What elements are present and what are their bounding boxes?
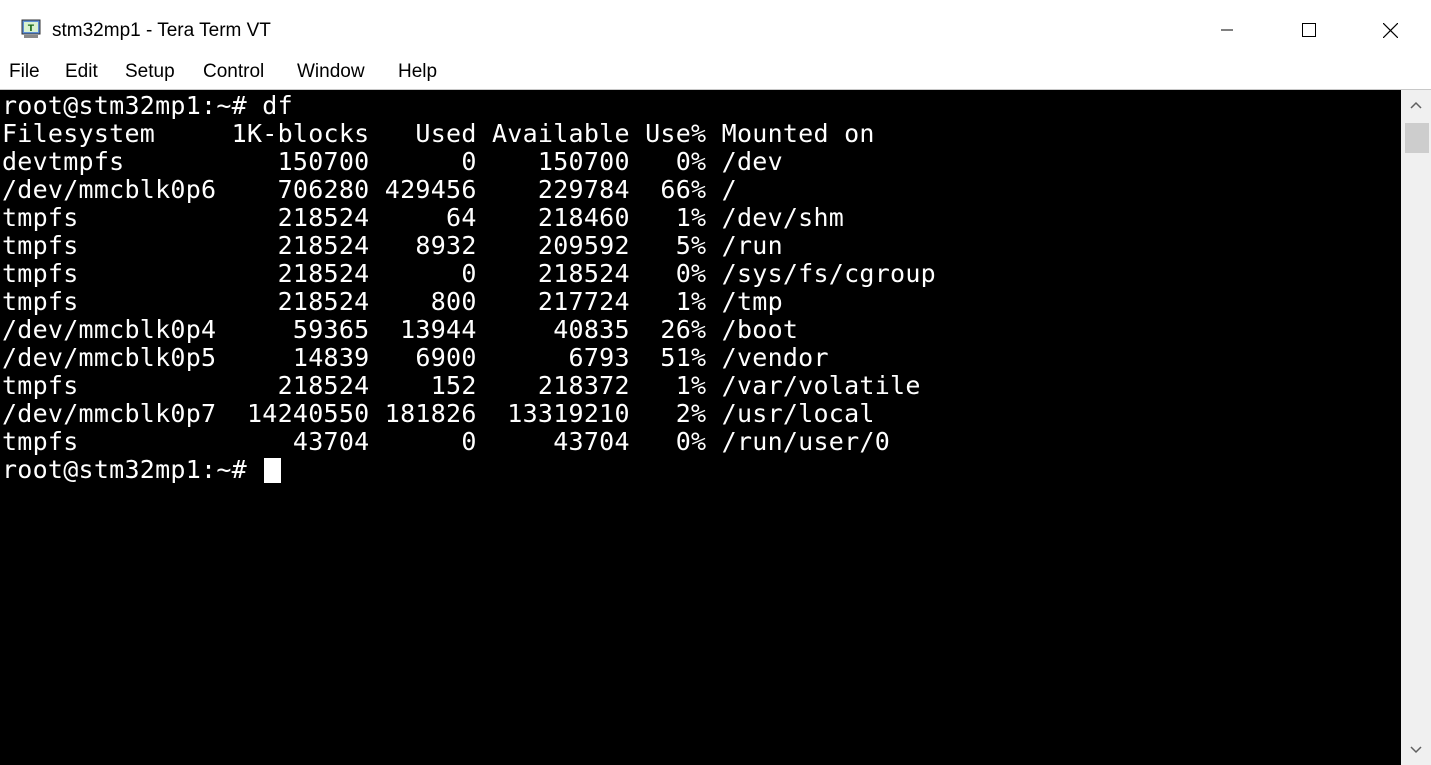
terminal-screen[interactable]: root@stm32mp1:~# df Filesystem 1K-blocks… [0,90,1401,765]
terminal-line: /dev/mmcblk0p6 706280 429456 229784 66% … [2,175,737,204]
menu-edit[interactable]: Edit [65,60,98,90]
terminal-line: tmpfs 43704 0 43704 0% /run/user/0 [2,427,891,456]
scroll-down-button[interactable] [1401,735,1431,765]
vertical-scrollbar[interactable] [1401,90,1431,765]
maximize-icon [1302,23,1316,37]
terminal-line: tmpfs 218524 800 217724 1% /tmp [2,287,783,316]
terminal-line: root@stm32mp1:~# df [2,91,293,120]
close-button[interactable] [1349,0,1431,60]
scroll-up-arrow-icon [1410,101,1422,109]
terminal-cursor [264,458,282,483]
terminal-line: Filesystem 1K-blocks Used Available Use%… [2,119,875,148]
menu-help[interactable]: Help [398,60,437,90]
terminal-line: devtmpfs 150700 0 150700 0% /dev [2,147,783,176]
window-title: stm32mp1 - Tera Term VT [52,20,271,41]
terminal-prompt: root@stm32mp1:~# [2,455,263,484]
menu-setup[interactable]: Setup [125,60,175,90]
scroll-thumb[interactable] [1405,123,1429,153]
svg-text:T: T [28,24,35,34]
maximize-button[interactable] [1268,0,1350,60]
title-bar[interactable]: T stm32mp1 - Tera Term VT [0,0,1431,60]
menu-window[interactable]: Window [297,60,365,90]
teraterm-icon: T [21,19,41,38]
terminal-line: tmpfs 218524 152 218372 1% /var/volatile [2,371,921,400]
terminal-line: /dev/mmcblk0p7 14240550 181826 13319210 … [2,399,875,428]
menu-control[interactable]: Control [203,60,264,90]
terminal-line: tmpfs 218524 0 218524 0% /sys/fs/cgroup [2,259,936,288]
scroll-down-arrow-icon [1410,746,1422,754]
terminal-line: /dev/mmcblk0p4 59365 13944 40835 26% /bo… [2,315,799,344]
minimize-button[interactable] [1186,0,1268,60]
terminal-line: tmpfs 218524 64 218460 1% /dev/shm [2,203,845,232]
terminal-line: /dev/mmcblk0p5 14839 6900 6793 51% /vend… [2,343,829,372]
scroll-up-button[interactable] [1401,90,1431,120]
minimize-icon [1221,29,1233,31]
terminal-line: tmpfs 218524 8932 209592 5% /run [2,231,783,260]
terminal-prompt-line: root@stm32mp1:~# [2,455,282,484]
menu-bar: File Edit Setup Control Window Help [0,60,1431,90]
menu-file[interactable]: File [9,60,40,90]
close-icon [1382,22,1398,38]
